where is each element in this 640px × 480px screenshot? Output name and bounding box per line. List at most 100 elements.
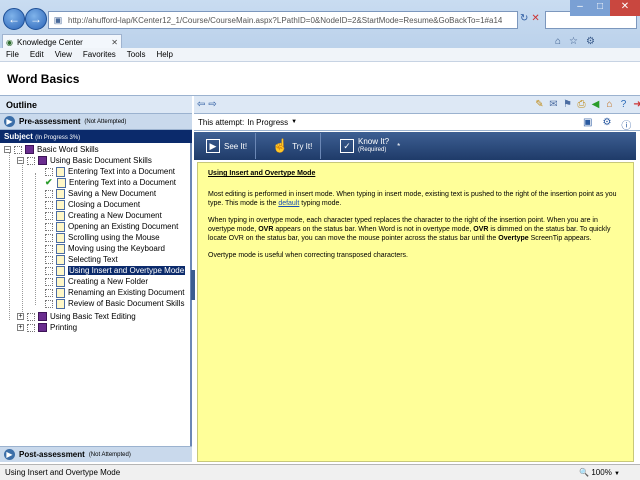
try-it-button[interactable]: ☝ Try It! xyxy=(264,133,322,159)
prev-arrow-icon[interactable]: ⇦ xyxy=(197,99,205,110)
stop-icon[interactable]: ✕ xyxy=(531,13,539,24)
tree-item-lesson[interactable]: Opening an Existing Document xyxy=(45,221,178,232)
print-icon[interactable]: ⎙ xyxy=(576,99,587,110)
checkbox[interactable] xyxy=(45,299,53,308)
tree-item-using-basic-text-editing[interactable]: + Using Basic Text Editing xyxy=(17,311,136,322)
tree-item-lesson[interactable]: Creating a New Document xyxy=(45,210,162,221)
note-icon[interactable]: ✎ xyxy=(534,99,545,110)
collapse-icon[interactable]: – xyxy=(17,157,24,164)
close-icon[interactable]: ✕ xyxy=(610,0,640,16)
checkbox[interactable] xyxy=(45,277,53,286)
tab-title: Knowledge Center xyxy=(16,38,83,47)
hand-pointer-icon: ☝ xyxy=(272,138,289,153)
post-assessment-row[interactable]: ▶ Post-assessment (Not Attempted) xyxy=(0,446,192,462)
checkbox[interactable] xyxy=(45,266,53,275)
menu-file[interactable]: File xyxy=(6,50,19,59)
checkbox[interactable] xyxy=(27,156,35,165)
tree-item-lesson[interactable]: Renaming an Existing Document xyxy=(45,287,185,298)
refresh-icon[interactable]: ↻ xyxy=(520,13,528,24)
checkbox[interactable] xyxy=(45,189,53,198)
tree-item-lesson[interactable]: Review of Basic Document Skills xyxy=(45,298,184,309)
tree-item-lesson[interactable]: Creating a New Folder xyxy=(45,276,148,287)
window-icon[interactable]: ▣ xyxy=(583,117,592,132)
pre-assessment-row[interactable]: ▶ Pre-assessment (Not Attempted) xyxy=(0,114,192,130)
home-icon[interactable]: ⌂ xyxy=(555,36,561,47)
tab-close-icon[interactable]: ✕ xyxy=(111,38,118,47)
favorites-star-icon[interactable]: ☆ xyxy=(569,36,578,47)
menu-tools[interactable]: Tools xyxy=(127,50,146,59)
maximize-icon[interactable]: □ xyxy=(590,0,610,16)
checkbox[interactable] xyxy=(45,200,53,209)
lesson-page-icon xyxy=(56,221,65,232)
know-it-button[interactable]: ✓ Know It? (Required) * xyxy=(332,133,408,159)
lesson-page-icon xyxy=(56,276,65,287)
tree-item-label: Printing xyxy=(50,323,78,332)
tree-item-lesson[interactable]: Closing a Document xyxy=(45,199,140,210)
settings-gear-icon[interactable]: ⚙ xyxy=(586,36,595,47)
tree-item-label: Basic Word Skills xyxy=(37,145,99,154)
checkbox[interactable] xyxy=(45,233,53,242)
checkbox[interactable] xyxy=(27,312,35,321)
tree-item-label: Creating a New Folder xyxy=(68,277,149,286)
address-text: http://ahufford-lap/KCenter12_1/Course/C… xyxy=(68,15,503,25)
help-icon[interactable]: ? xyxy=(618,99,629,110)
tree-item-using-basic-document-skills[interactable]: – Using Basic Document Skills xyxy=(17,155,152,166)
tree-item-lesson[interactable]: Moving using the Keyboard xyxy=(45,243,165,254)
lesson-page-icon xyxy=(56,287,65,298)
paragraph-1: Most editing is performed in insert mode… xyxy=(208,190,623,208)
settings-icon[interactable]: ⚙ xyxy=(602,117,611,132)
menu-help[interactable]: Help xyxy=(156,50,172,59)
expand-icon[interactable]: + xyxy=(17,324,24,331)
minimize-icon[interactable]: – xyxy=(570,0,590,16)
checkbox[interactable] xyxy=(45,288,53,297)
see-it-button[interactable]: ▶ See It! xyxy=(198,133,257,159)
checkbox[interactable] xyxy=(45,211,53,220)
tree-item-label: Moving using the Keyboard xyxy=(68,244,165,253)
home-icon[interactable]: ⌂ xyxy=(604,99,615,110)
zoom-dropdown-icon: ▼ xyxy=(614,471,620,477)
play-icon: ▶ xyxy=(206,139,220,153)
post-assessment-status: (Not Attempted) xyxy=(88,451,131,458)
comment-icon[interactable]: ✉ xyxy=(548,99,559,110)
menu-favorites[interactable]: Favorites xyxy=(83,50,116,59)
exit-icon[interactable]: ➜ xyxy=(632,99,640,110)
tree-item-basic-word-skills[interactable]: – Basic Word Skills xyxy=(4,144,99,155)
collapse-icon[interactable]: – xyxy=(4,146,11,153)
address-bar[interactable]: ▣ http://ahufford-lap/KCenter12_1/Course… xyxy=(48,11,518,29)
tree-item-label: Using Basic Text Editing xyxy=(50,312,136,321)
checkbox[interactable] xyxy=(45,255,53,264)
checkbox[interactable] xyxy=(45,222,53,231)
checkbox[interactable] xyxy=(27,323,35,332)
back-arrow-icon[interactable]: ← xyxy=(3,8,25,30)
tree-item-lesson[interactable]: Selecting Text xyxy=(45,254,118,265)
checkbox[interactable] xyxy=(45,167,53,176)
tree-item-printing[interactable]: + Printing xyxy=(17,322,77,333)
next-arrow-icon[interactable]: ⇨ xyxy=(208,99,216,110)
completed-check-icon: ✔ xyxy=(45,177,53,187)
panel-splitter[interactable] xyxy=(191,270,195,300)
menu-edit[interactable]: Edit xyxy=(30,50,44,59)
menu-view[interactable]: View xyxy=(55,50,72,59)
dropdown-arrow-icon[interactable]: ▼ xyxy=(291,119,297,125)
back-circle-icon[interactable]: ◀ xyxy=(590,99,601,110)
subject-row[interactable]: Subject (In Progress 3%) xyxy=(0,130,192,143)
checkbox[interactable] xyxy=(45,244,53,253)
expand-icon[interactable]: + xyxy=(17,313,24,320)
tree-item-lesson[interactable]: Saving a New Document xyxy=(45,188,156,199)
attempt-value[interactable]: In Progress xyxy=(247,118,288,127)
tree-item-lesson[interactable]: Scrolling using the Mouse xyxy=(45,232,160,243)
zoom-control[interactable]: 🔍 100% ▼ xyxy=(579,468,620,477)
bookmark-icon[interactable]: ⚑ xyxy=(562,99,573,110)
lesson-page-icon xyxy=(56,232,65,243)
checkbox[interactable] xyxy=(14,145,22,154)
mode-bar xyxy=(194,132,636,160)
default-link[interactable]: default xyxy=(278,200,299,207)
paragraph-3: Overtype mode is useful when correcting … xyxy=(208,252,408,259)
forward-arrow-icon[interactable]: → xyxy=(25,8,47,30)
tree-item-lesson[interactable]: Entering Text into a Document xyxy=(45,166,175,177)
tree-item-lesson[interactable]: ✔ Entering Text into a Document xyxy=(45,177,176,188)
tree-item-lesson-selected[interactable]: Using Insert and Overtype Mode xyxy=(45,265,186,276)
tree-item-label: Closing a Document xyxy=(68,200,141,209)
app-header xyxy=(0,62,640,96)
info-icon[interactable]: ⓘ xyxy=(621,117,631,132)
